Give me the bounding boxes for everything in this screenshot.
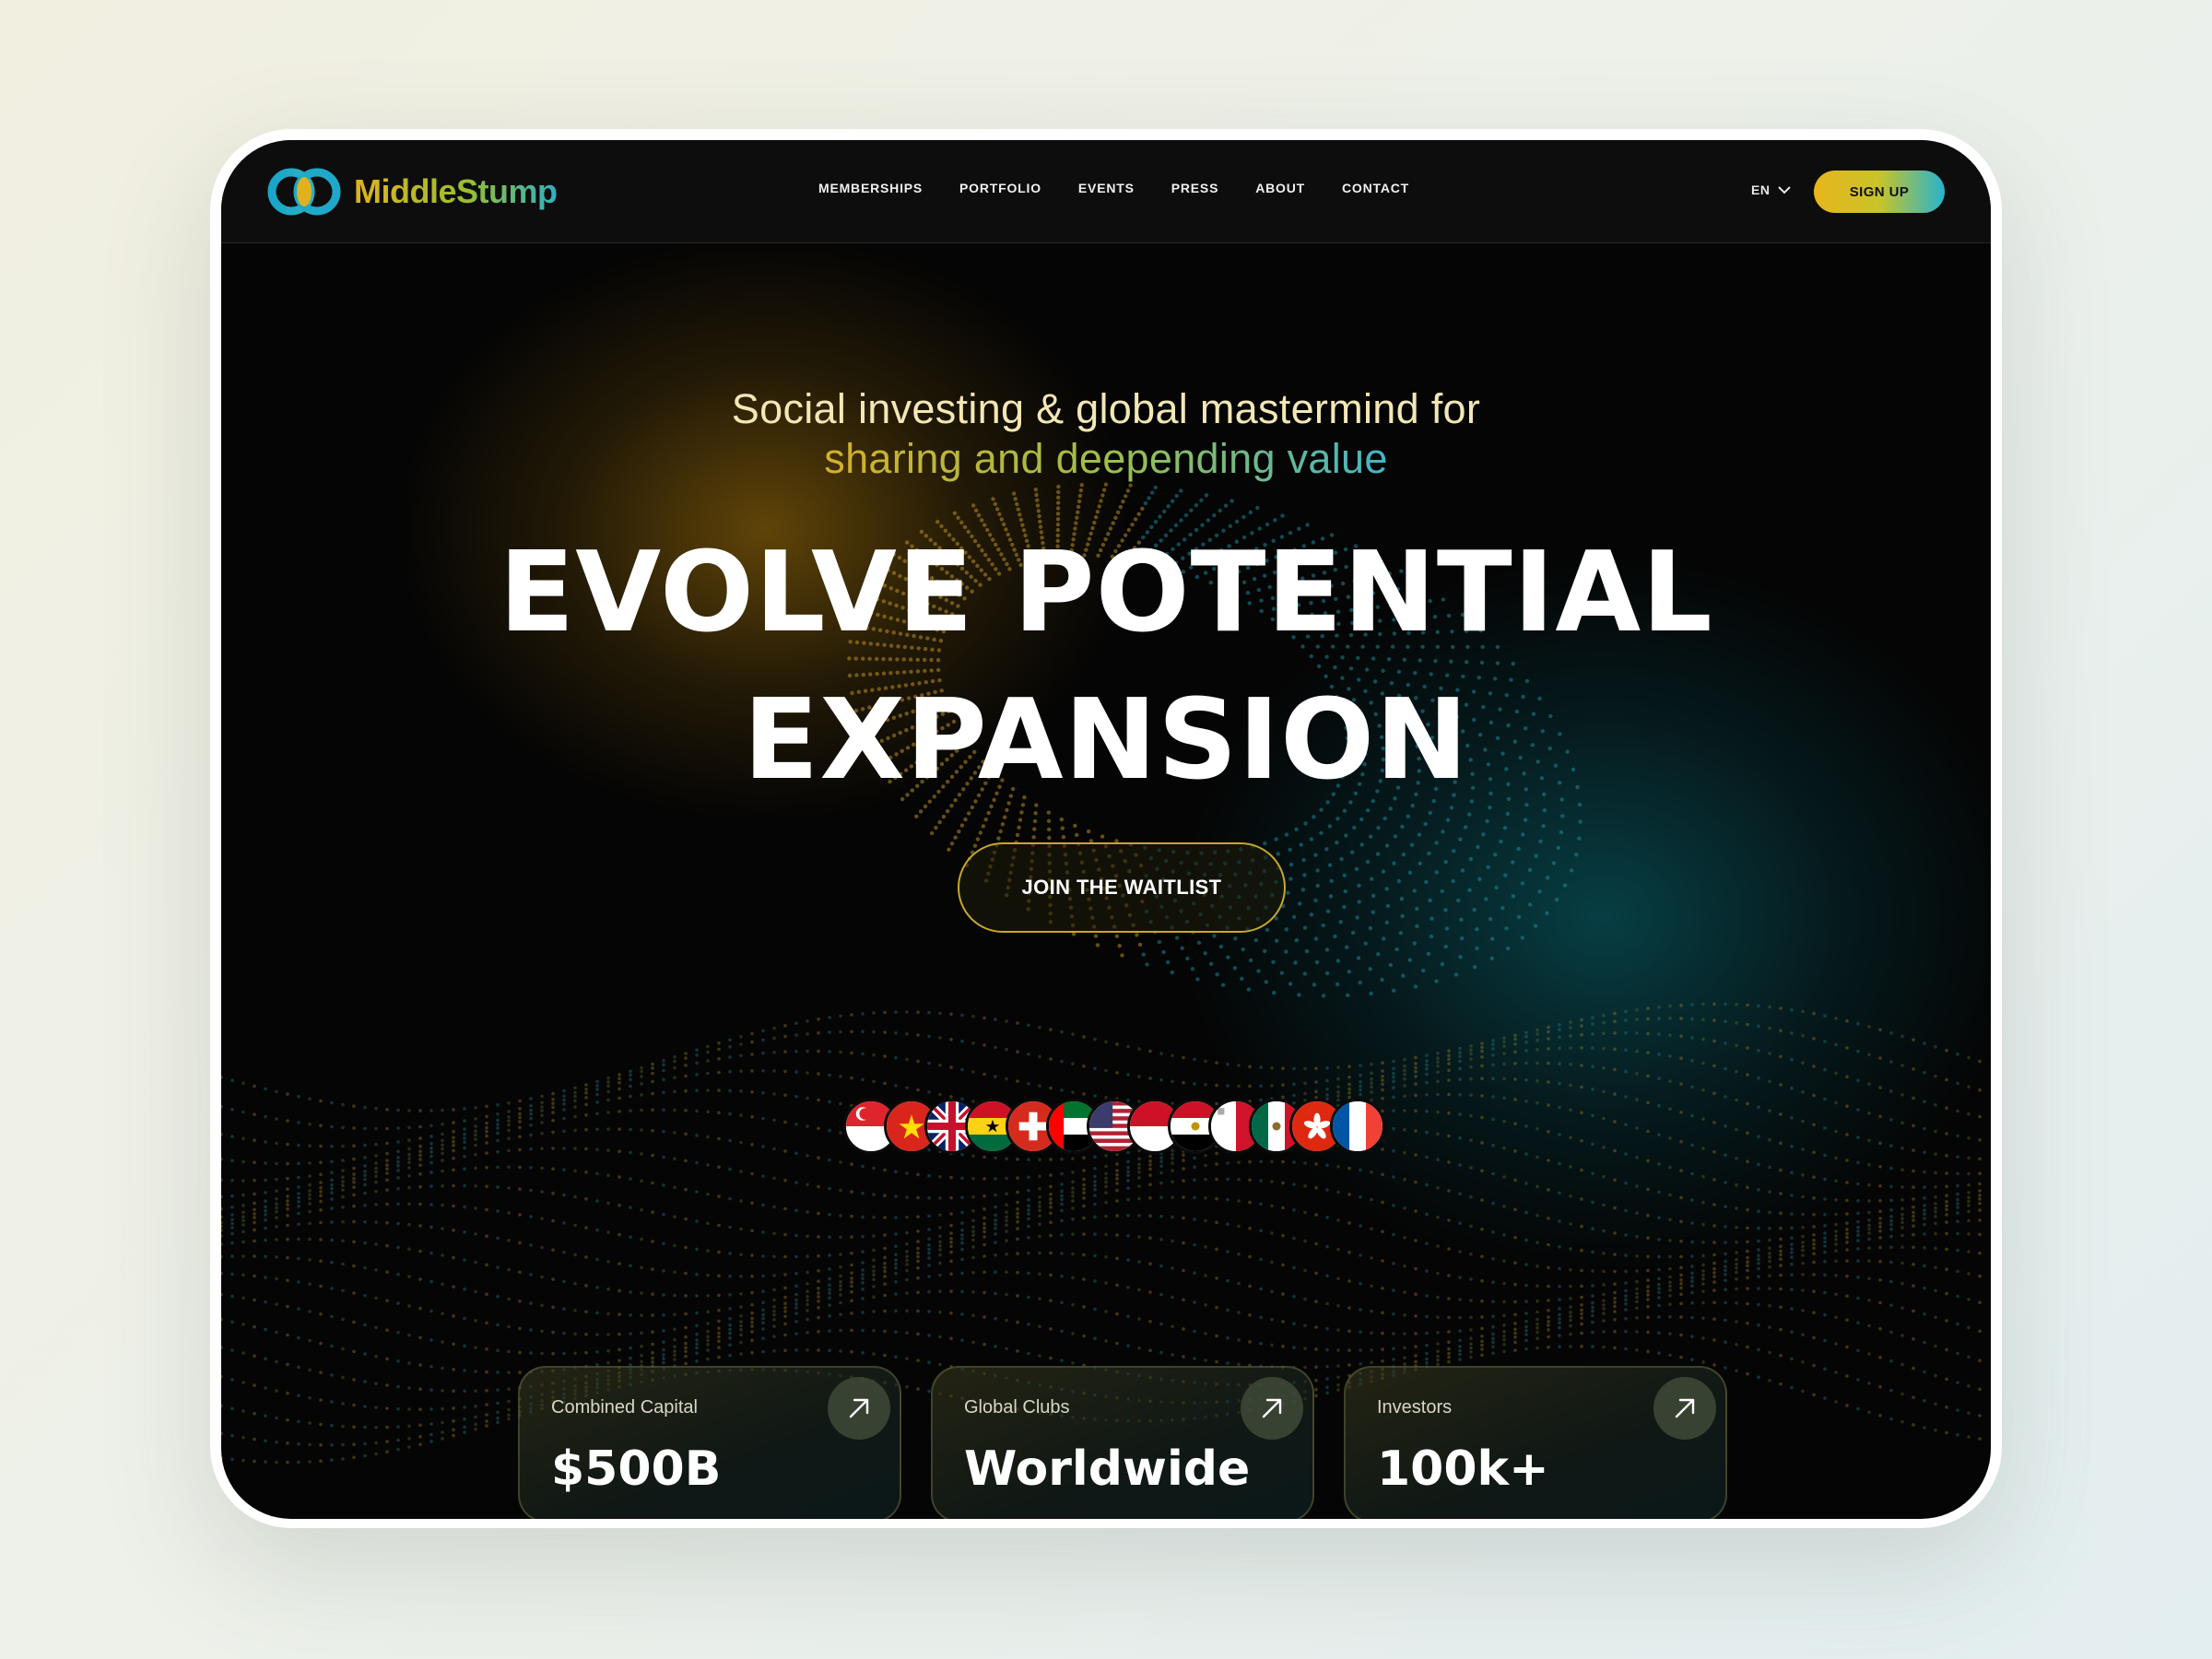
stat-value: $500B: [551, 1441, 722, 1497]
top-navigation: MiddleStump MEMBERSHIPS PORTFOLIO EVENTS…: [221, 140, 1991, 243]
hero-headline: EVOLVE POTENTIAL EXPANSION: [221, 520, 1991, 815]
headline-line2: EXPANSION: [743, 677, 1469, 805]
arrow-up-right-icon[interactable]: [1653, 1377, 1716, 1440]
stat-value: 100k+: [1377, 1441, 1549, 1497]
hero-section: Social investing & global mastermind for…: [221, 243, 1991, 1519]
chevron-down-icon: [1777, 182, 1792, 197]
stat-label: Global Clubs: [964, 1397, 1070, 1418]
nav-events[interactable]: EVENTS: [1078, 181, 1135, 195]
language-selector[interactable]: EN: [1751, 182, 1792, 197]
country-flags-row: [843, 1099, 1406, 1154]
stat-card-clubs[interactable]: Global Clubs Worldwide: [931, 1366, 1314, 1519]
france-flag-icon: [1330, 1099, 1385, 1154]
arrow-up-right-icon[interactable]: [1241, 1377, 1303, 1440]
hero-subtitle-line2: sharing and deepending value: [221, 435, 1991, 483]
stat-label: Combined Capital: [551, 1397, 698, 1418]
arrow-up-right-icon[interactable]: [828, 1377, 890, 1440]
sign-up-button[interactable]: SIGN UP: [1814, 171, 1945, 213]
logo-mark-icon: [267, 168, 341, 216]
headline-line1: EVOLVE POTENTIAL: [499, 529, 1713, 657]
website-screen: MiddleStump MEMBERSHIPS PORTFOLIO EVENTS…: [221, 140, 1991, 1519]
hero-subtitle-gradient-text: sharing and deepending value: [824, 435, 1388, 482]
join-waitlist-button[interactable]: JOIN THE WAITLIST: [958, 842, 1286, 933]
brand-logo[interactable]: MiddleStump: [267, 168, 558, 216]
stat-card-investors[interactable]: Investors 100k+: [1344, 1366, 1727, 1519]
hero-subtitle-line1: Social investing & global mastermind for: [731, 385, 1481, 432]
nav-portfolio[interactable]: PORTFOLIO: [959, 181, 1041, 195]
nav-memberships[interactable]: MEMBERSHIPS: [818, 181, 923, 195]
stat-card-capital[interactable]: Combined Capital $500B: [518, 1366, 901, 1519]
stat-value: Worldwide: [964, 1441, 1251, 1497]
nav-about[interactable]: ABOUT: [1255, 181, 1305, 195]
main-menu: MEMBERSHIPS PORTFOLIO EVENTS PRESS ABOUT…: [818, 181, 1446, 195]
stat-label: Investors: [1377, 1397, 1453, 1418]
brand-name: MiddleStump: [354, 172, 558, 210]
nav-contact[interactable]: CONTACT: [1342, 181, 1409, 195]
language-label: EN: [1751, 182, 1771, 197]
nav-press[interactable]: PRESS: [1171, 181, 1218, 195]
